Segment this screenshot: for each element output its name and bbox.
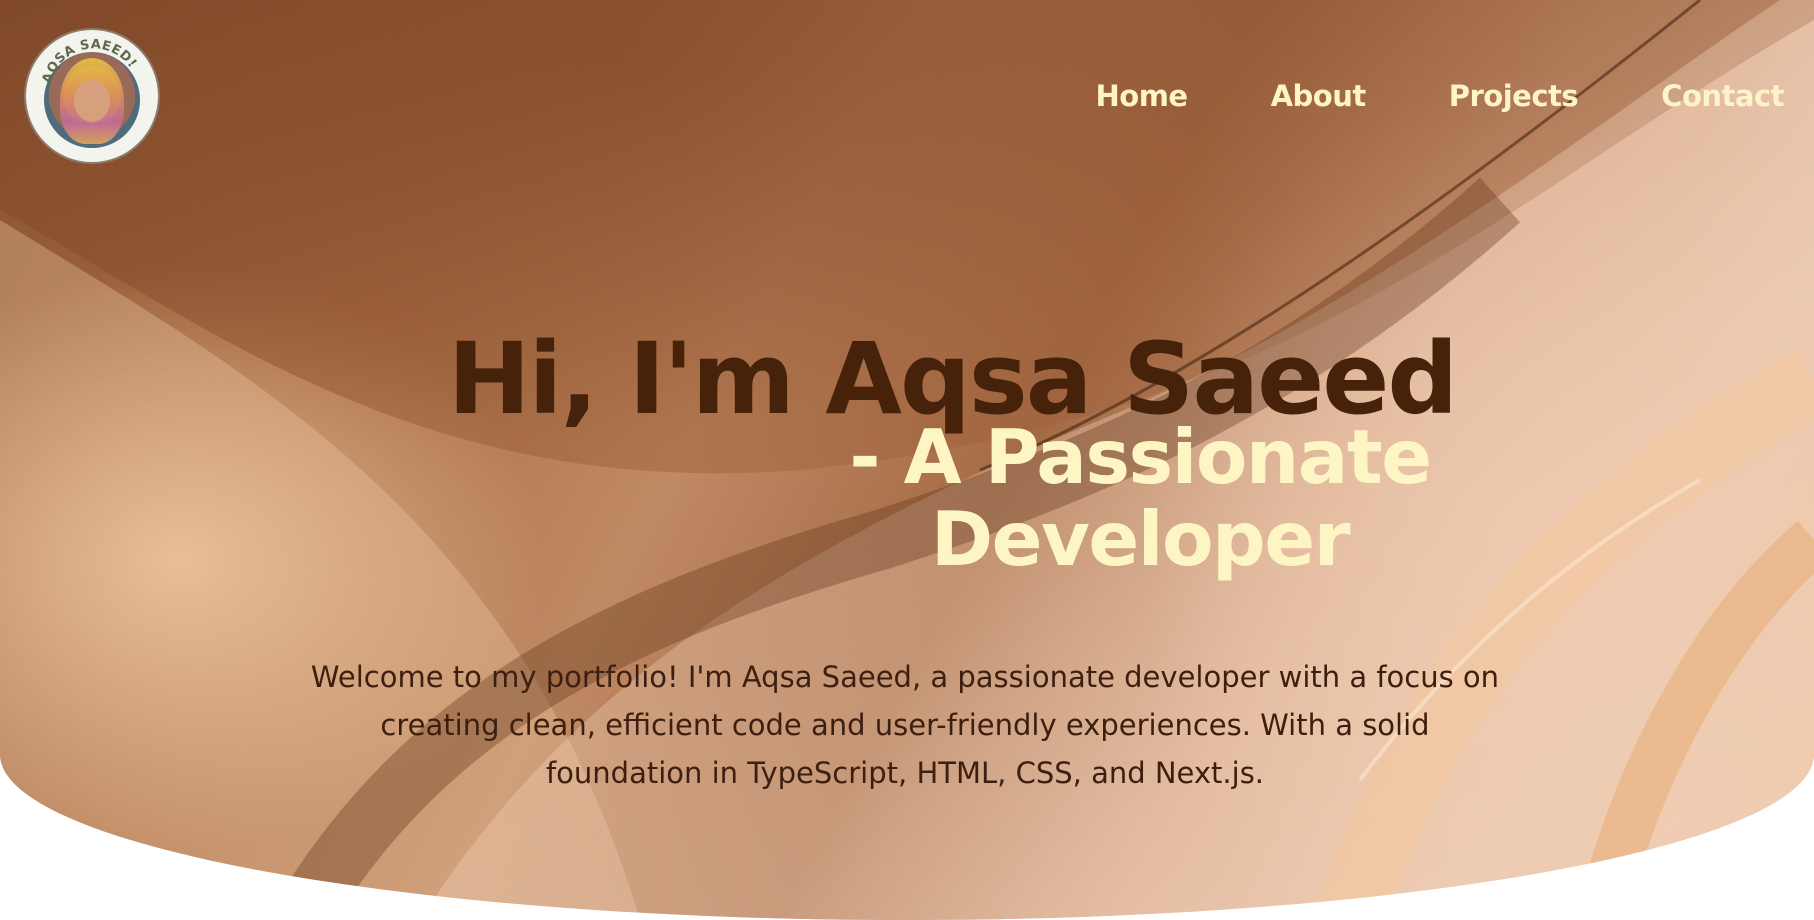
nav-link-projects[interactable]: Projects xyxy=(1449,78,1579,114)
hero-background: AQSA SAEED! Home About Projects Contact … xyxy=(0,0,1814,920)
avatar-arc-text: AQSA SAEED! xyxy=(40,37,139,85)
profile-avatar-logo[interactable]: AQSA SAEED! xyxy=(24,28,160,164)
main-navigation: Home About Projects Contact xyxy=(1013,78,1785,114)
avatar-arc-label: AQSA SAEED! xyxy=(40,37,140,85)
nav-link-about[interactable]: About xyxy=(1271,78,1367,114)
page: AQSA SAEED! Home About Projects Contact … xyxy=(0,0,1814,920)
hero-intro-paragraph: Welcome to my portfolio! I'm Aqsa Saeed,… xyxy=(310,660,1500,790)
hero-subheadline: - A Passionate Developer xyxy=(820,416,1460,580)
hero-subheadline-line-2: Developer xyxy=(930,495,1351,583)
nav-link-home[interactable]: Home xyxy=(1096,78,1189,114)
svg-text:AQSA SAEED!: AQSA SAEED! xyxy=(40,37,140,85)
nav-link-contact[interactable]: Contact xyxy=(1661,78,1784,114)
hero-subheadline-line-1: - A Passionate xyxy=(849,413,1432,501)
